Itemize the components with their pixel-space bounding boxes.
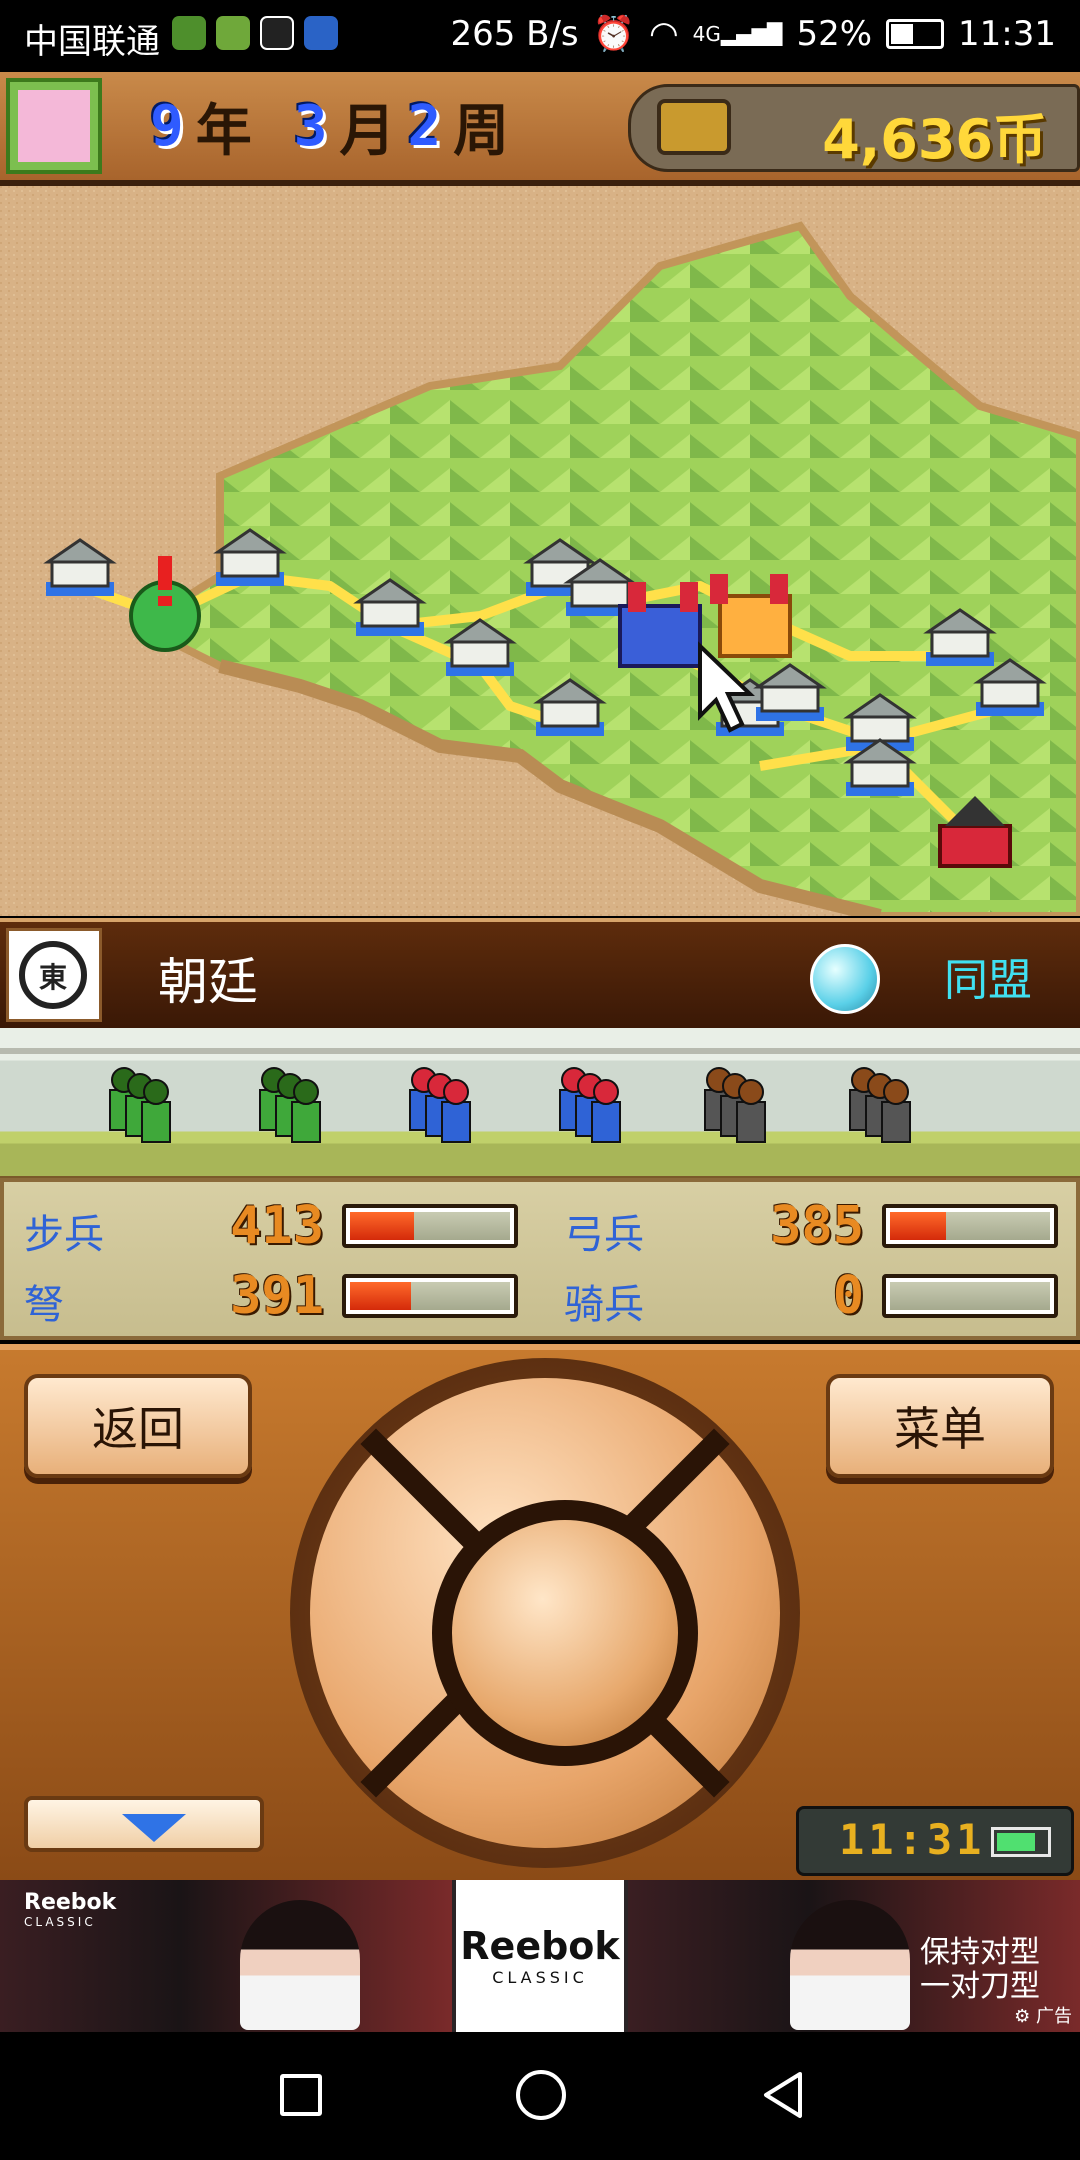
year-number: 9	[150, 94, 184, 159]
ad-logo-small: Reebok CLASSIC	[24, 1890, 117, 1929]
stat-label: 步兵	[24, 1212, 104, 1258]
faction-bar[interactable]: 東 朝廷 同盟	[0, 918, 1080, 1032]
week-unit: 周	[453, 99, 510, 164]
ad-model-image	[240, 1900, 360, 2030]
troops-formation	[0, 1028, 1080, 1180]
notification-icons	[172, 16, 338, 50]
game-clock: 11:31	[796, 1806, 1074, 1876]
dpad-ring[interactable]	[310, 1378, 780, 1848]
ad-slogan: 保持对型 一对刀型	[920, 1935, 1040, 2004]
relation-face-icon	[810, 944, 880, 1014]
stat-label: 骑兵	[564, 1282, 644, 1328]
stat-value: 413	[230, 1196, 324, 1256]
faction-name: 朝廷	[158, 953, 258, 1011]
crest-char: 東	[39, 961, 68, 994]
game-date: 9 年 3 月 2 周	[150, 86, 509, 167]
soldier-sprite	[291, 1101, 321, 1143]
troop-stats-panel: 步兵 413 弓兵 385 弩 391 骑兵 0	[0, 1178, 1080, 1340]
month-unit: 月	[339, 99, 396, 164]
ruler-portrait[interactable]	[6, 78, 102, 174]
stat-bar-fill	[350, 1212, 414, 1240]
carrier-name: 中国联通	[24, 22, 160, 62]
world-map[interactable]	[0, 186, 1080, 916]
home-button[interactable]	[516, 2070, 566, 2120]
stat-value: 385	[770, 1196, 864, 1256]
soldier-sprite	[591, 1101, 621, 1143]
triangle-down-icon	[122, 1814, 186, 1842]
soldier-sprite	[736, 1101, 766, 1143]
relation-status: 同盟	[944, 955, 1032, 1006]
scroll-down-button[interactable]	[24, 1796, 264, 1852]
soldier-sprite	[141, 1101, 171, 1143]
money-display: 4,636币	[628, 84, 1080, 172]
month-number: 3	[293, 94, 328, 159]
battery-icon	[991, 1827, 1051, 1857]
stat-bar	[342, 1274, 518, 1318]
dpad[interactable]	[290, 1358, 800, 1868]
shield-icon	[304, 16, 338, 50]
soldier-head	[143, 1079, 169, 1105]
stat-value: 0	[832, 1266, 864, 1326]
clock: 11:31	[958, 14, 1056, 54]
stat-bar	[882, 1204, 1058, 1248]
stat-label: 弓兵	[564, 1212, 644, 1258]
signal-icon: 4G▂▄▆█	[692, 22, 783, 46]
year-unit: 年	[195, 99, 252, 164]
back-nav-button[interactable]	[758, 2070, 808, 2120]
troop-sprites	[0, 1048, 1080, 1143]
soldier-sprite	[881, 1101, 911, 1143]
soldier-head	[593, 1079, 619, 1105]
recent-apps-button[interactable]	[280, 2074, 322, 2116]
stat-bar	[342, 1204, 518, 1248]
app-icon	[216, 16, 250, 50]
status-bar: 中国联通 265 B/s ⏰ ◠ 4G▂▄▆█ 52% 11:31	[0, 0, 1080, 72]
controller-panel: 返回 菜单 11:31	[0, 1344, 1080, 1886]
stat-label: 弩	[24, 1282, 64, 1328]
map-terrain	[0, 186, 1080, 916]
soldier-head	[883, 1079, 909, 1105]
soldier-sprite	[441, 1101, 471, 1143]
battery-icon	[886, 19, 945, 49]
soldier-head	[443, 1079, 469, 1105]
menu-button[interactable]: 菜单	[826, 1374, 1054, 1478]
ad-label: ⚙ 广告	[1014, 2006, 1072, 2027]
money-amount: 4,636币	[822, 108, 1047, 171]
ad-model-image	[790, 1900, 910, 2030]
net-speed: 265 B/s	[450, 14, 579, 54]
back-button[interactable]: 返回	[24, 1374, 252, 1478]
week-number: 2	[407, 94, 442, 159]
battery-percent: 52%	[796, 14, 873, 54]
stat-bar	[882, 1274, 1058, 1318]
game-app-icon	[172, 16, 206, 50]
soldier-head	[293, 1079, 319, 1105]
game-header: 9 年 3 月 2 周 4,636币	[0, 72, 1080, 186]
alarm-icon: ⏰	[592, 14, 635, 54]
treasure-chest-icon	[657, 99, 731, 155]
dpad-center-button[interactable]	[452, 1520, 678, 1746]
status-right: 265 B/s ⏰ ◠ 4G▂▄▆█ 52% 11:31	[450, 14, 1056, 54]
ad-banner[interactable]: Reebok CLASSIC Reebok CLASSIC 保持对型 一对刀型 ⚙…	[0, 1880, 1080, 2032]
faction-crest: 東	[6, 928, 102, 1022]
soldier-head	[738, 1079, 764, 1105]
wifi-icon: ◠	[649, 14, 679, 54]
stat-bar-fill	[350, 1282, 411, 1310]
stat-value: 391	[230, 1266, 324, 1326]
tiktok-icon	[260, 16, 294, 50]
ad-brand-logo: Reebok CLASSIC	[456, 1880, 624, 2032]
nav-bar	[0, 2032, 1080, 2160]
stat-bar-fill	[890, 1212, 946, 1240]
game-clock-time: 11:31	[839, 1815, 986, 1864]
